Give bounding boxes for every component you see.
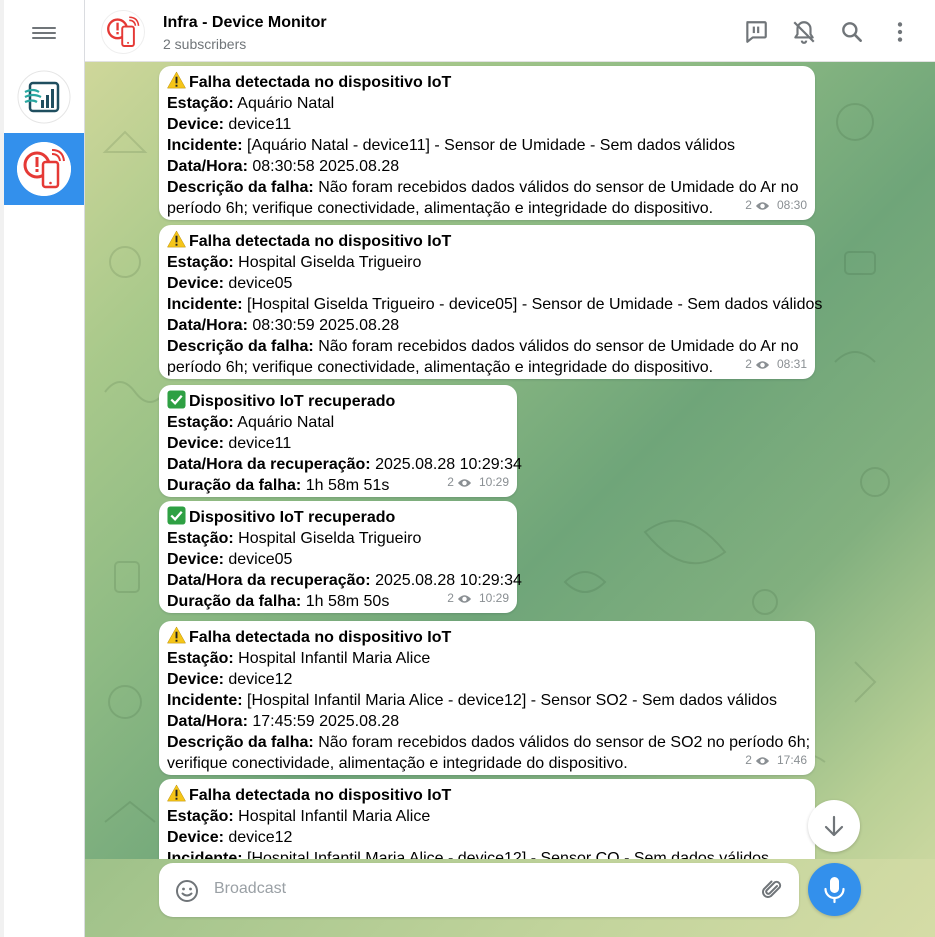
view-count: 2 — [745, 198, 752, 212]
incident-row: Incidente: [Aquário Natal - device11] - … — [167, 137, 735, 154]
arrow-down-icon — [824, 815, 844, 837]
view-count: 2 — [745, 357, 752, 371]
scroll-to-bottom-button[interactable] — [808, 800, 860, 852]
incident-row: Incidente: [Hospital Giselda Trigueiro -… — [167, 296, 823, 313]
warning-icon — [167, 230, 186, 248]
eye-icon — [755, 756, 770, 765]
description-row-cont: período 6h; verifique conectividade, ali… — [167, 359, 714, 376]
chat-header: Infra - Device Monitor 2 subscribers — [85, 0, 935, 62]
view-count: 2 — [447, 475, 454, 489]
station-row: Estação: Aquário Natal — [167, 95, 335, 112]
message-time: 08:30 — [776, 198, 807, 212]
broadcast-input[interactable]: Broadcast — [214, 880, 286, 898]
chat-list-item-device-monitor[interactable] — [4, 133, 84, 205]
message-bubble[interactable]: Falha detectada no dispositivo IoT Estaç… — [159, 66, 815, 220]
eye-icon — [755, 360, 770, 369]
description-row-cont: verifique conectividade, alimentação e i… — [167, 755, 628, 772]
check-mark-icon — [167, 390, 186, 409]
search-icon[interactable] — [839, 19, 865, 45]
station-row: Estação: Hospital Giselda Trigueiro — [167, 530, 422, 547]
hamburger-menu-button[interactable] — [32, 23, 56, 43]
incident-row: Incidente: [Hospital Infantil Maria Alic… — [167, 692, 778, 709]
device-row: Device: device12 — [167, 671, 293, 688]
chat-list-sidebar — [0, 0, 85, 937]
datetime-row: Data/Hora: 08:30:59 2025.08.28 — [167, 317, 400, 334]
device-row: Device: device11 — [167, 435, 292, 452]
eye-icon — [457, 594, 472, 603]
microphone-icon — [824, 877, 845, 904]
device-row: Device: device12 — [167, 829, 293, 846]
view-count: 2 — [447, 591, 454, 605]
message-title: Falha detectada no dispositivo IoT — [167, 230, 807, 252]
message-bubble[interactable]: Falha detectada no dispositivo IoT Estaç… — [159, 225, 823, 379]
message-title: Falha detectada no dispositivo IoT — [167, 626, 807, 648]
subscriber-count: 2 subscribers — [163, 36, 247, 52]
device-alert-avatar-icon — [17, 142, 71, 196]
chart-avatar-icon — [17, 70, 71, 124]
description-row: Descrição da falha: Não foram recebidos … — [167, 179, 799, 196]
message-title: Falha detectada no dispositivo IoT — [167, 784, 807, 806]
device-row: Device: device11 — [167, 116, 292, 133]
warning-icon — [167, 626, 186, 644]
message-meta: 2 10:29 — [447, 472, 509, 493]
message-time: 08:31 — [776, 357, 807, 371]
datetime-row: Data/Hora: 17:45:59 2025.08.28 — [167, 713, 400, 730]
message-time: 10:29 — [478, 591, 509, 605]
microphone-button[interactable] — [808, 863, 861, 916]
message-title: Dispositivo IoT recuperado — [167, 390, 509, 412]
message-title: Dispositivo IoT recuperado — [167, 506, 509, 528]
message-meta: 2 08:31 — [745, 354, 807, 375]
eye-icon — [755, 201, 770, 210]
more-vertical-icon[interactable] — [887, 19, 913, 45]
device-row: Device: device05 — [167, 551, 293, 568]
warning-icon — [167, 71, 186, 89]
message-bubble[interactable]: Dispositivo IoT recuperado Estação: Aquá… — [159, 385, 522, 497]
bell-off-icon[interactable] — [791, 19, 817, 45]
datetime-row: Data/Hora: 08:30:58 2025.08.28 — [167, 158, 400, 175]
station-row: Estação: Aquário Natal — [167, 414, 335, 431]
station-row: Estação: Hospital Infantil Maria Alice — [167, 650, 431, 667]
message-composer[interactable]: Broadcast — [159, 863, 799, 917]
smile-icon[interactable] — [175, 879, 199, 903]
message-bubble[interactable]: Dispositivo IoT recuperado Estação: Hosp… — [159, 501, 522, 613]
warning-icon — [167, 784, 186, 802]
check-mark-icon — [167, 506, 186, 525]
message-meta: 2 08:30 — [745, 195, 807, 216]
chat-list-item-monitoring[interactable] — [4, 61, 84, 133]
message-meta: 2 17:46 — [745, 750, 807, 771]
description-row: Descrição da falha: Não foram recebidos … — [167, 338, 799, 355]
channel-title[interactable]: Infra - Device Monitor — [163, 14, 327, 32]
channel-avatar-icon[interactable] — [101, 10, 145, 54]
station-row: Estação: Hospital Infantil Maria Alice — [167, 808, 431, 825]
discussion-icon[interactable] — [743, 19, 769, 45]
message-time: 17:46 — [776, 753, 807, 767]
message-bubble[interactable]: Falha detectada no dispositivo IoT Estaç… — [159, 621, 815, 775]
station-row: Estação: Hospital Giselda Trigueiro — [167, 254, 422, 271]
device-row: Device: device05 — [167, 275, 293, 292]
eye-icon — [457, 478, 472, 487]
message-title: Falha detectada no dispositivo IoT — [167, 71, 807, 93]
paperclip-icon[interactable] — [760, 878, 784, 902]
description-row-cont: período 6h; verifique conectividade, ali… — [167, 200, 714, 217]
message-meta: 2 10:29 — [447, 588, 509, 609]
message-time: 10:29 — [478, 475, 509, 489]
view-count: 2 — [745, 753, 752, 767]
description-row: Descrição da falha: Não foram recebidos … — [167, 734, 811, 751]
